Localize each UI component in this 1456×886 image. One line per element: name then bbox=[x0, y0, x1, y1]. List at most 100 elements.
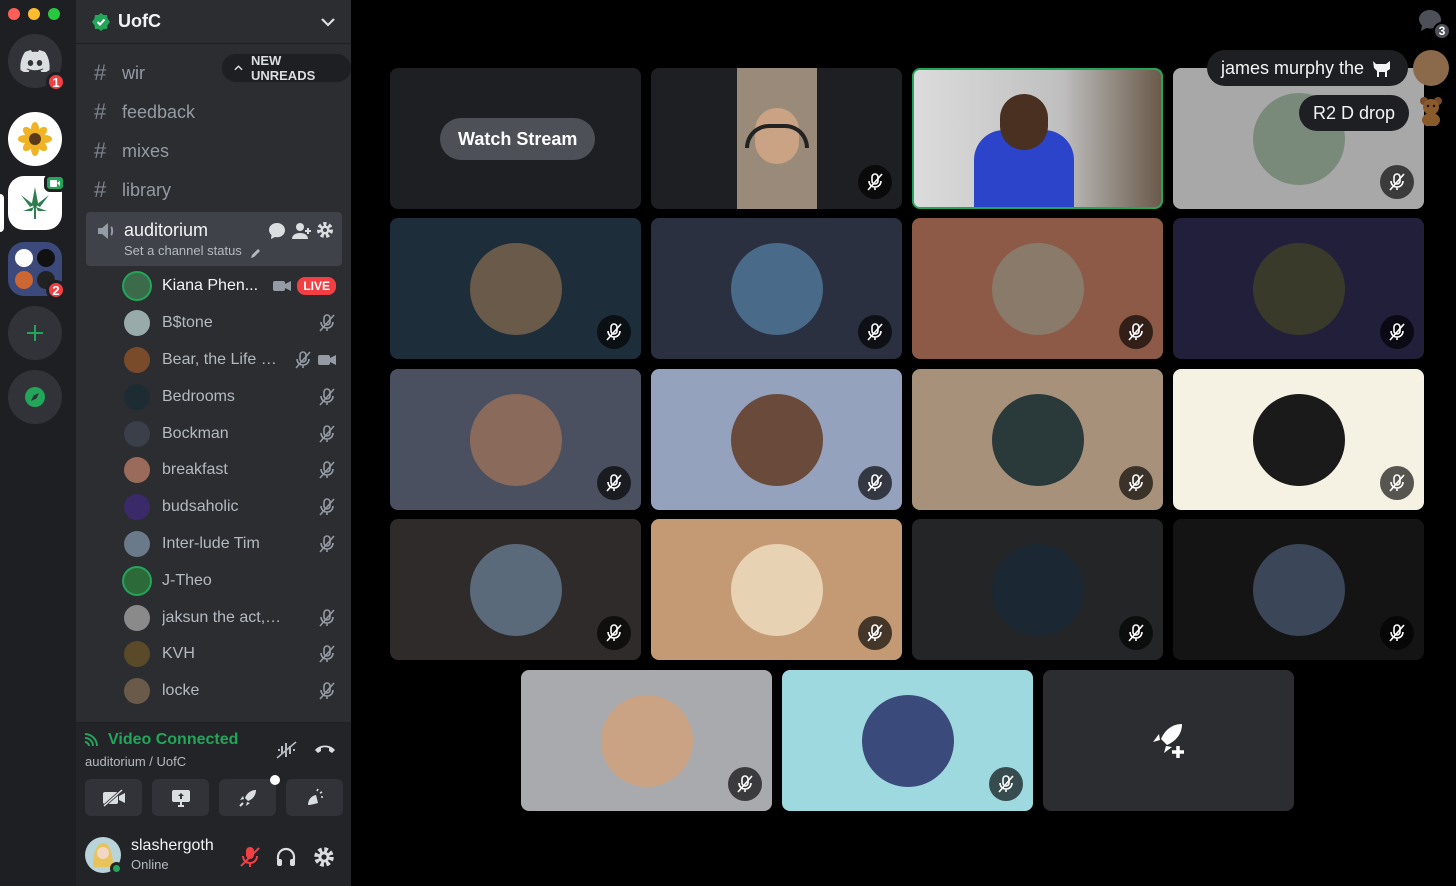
participant-tile[interactable] bbox=[782, 670, 1033, 811]
minimize-window-button[interactable] bbox=[28, 8, 40, 20]
voice-member[interactable]: KVH bbox=[124, 636, 344, 673]
gear-icon[interactable] bbox=[316, 221, 334, 239]
home-button[interactable]: 1 bbox=[8, 34, 66, 92]
soundboard-button[interactable] bbox=[286, 779, 343, 816]
chat-bubble-icon[interactable] bbox=[268, 222, 286, 240]
mic-muted-icon bbox=[998, 775, 1014, 793]
participant-tile[interactable] bbox=[1173, 369, 1424, 510]
server-header[interactable]: UofC bbox=[76, 0, 351, 44]
member-name: Bockman bbox=[162, 424, 229, 442]
participant-tile[interactable] bbox=[390, 519, 641, 660]
soundboard-icon bbox=[307, 788, 323, 805]
mic-muted-icon bbox=[606, 624, 622, 642]
voice-member[interactable]: Bockman bbox=[124, 415, 344, 452]
participant-tile[interactable] bbox=[521, 670, 772, 811]
add-server-button[interactable] bbox=[8, 306, 62, 360]
mic-muted-icon bbox=[1128, 474, 1144, 492]
server-sunflower[interactable] bbox=[8, 112, 62, 166]
activity-dot-icon bbox=[270, 775, 280, 785]
mic-muted-icon bbox=[867, 173, 883, 191]
chevron-down-icon[interactable] bbox=[321, 17, 335, 27]
channel-name: wir bbox=[122, 62, 145, 83]
voice-member[interactable]: Inter-lude Tim bbox=[124, 526, 344, 563]
voice-member[interactable]: budsaholic bbox=[124, 489, 344, 526]
avatar bbox=[124, 604, 150, 631]
participant-tile[interactable] bbox=[651, 369, 902, 510]
stream-tile[interactable]: Watch Stream bbox=[390, 68, 641, 209]
voice-member[interactable]: locke bbox=[124, 673, 344, 710]
close-window-button[interactable] bbox=[8, 8, 20, 20]
mic-muted-icon bbox=[1128, 323, 1144, 341]
avatar[interactable] bbox=[85, 837, 123, 875]
participant-tile[interactable] bbox=[912, 369, 1163, 510]
live-badge: LIVE bbox=[297, 277, 336, 296]
voice-member[interactable]: breakfast bbox=[124, 452, 344, 489]
participant-tile[interactable] bbox=[390, 369, 641, 510]
participant-tile[interactable] bbox=[912, 218, 1163, 359]
connection-title: Video Connected bbox=[108, 731, 239, 748]
avatar bbox=[124, 273, 150, 300]
muted-indicator bbox=[1380, 616, 1414, 650]
voice-member[interactable]: jaksun the act, son bbox=[124, 599, 344, 636]
participant-tile[interactable] bbox=[390, 218, 641, 359]
participant-avatar bbox=[469, 242, 562, 335]
muted-indicator bbox=[989, 767, 1023, 801]
member-icons bbox=[318, 498, 336, 516]
member-name: Kiana Phen... bbox=[162, 277, 259, 295]
activities-button[interactable] bbox=[219, 775, 280, 816]
explore-button[interactable] bbox=[8, 370, 62, 424]
pencil-icon[interactable] bbox=[250, 247, 262, 259]
participant-tile[interactable] bbox=[651, 218, 902, 359]
participant-tile[interactable] bbox=[651, 68, 902, 209]
mic-muted-icon bbox=[1389, 173, 1405, 191]
hash-icon: # bbox=[94, 177, 107, 202]
connection-status[interactable]: Video Connected bbox=[84, 731, 238, 749]
muted-indicator bbox=[1380, 466, 1414, 500]
mic-muted-icon bbox=[1389, 624, 1405, 642]
maximize-window-button[interactable] bbox=[48, 8, 60, 20]
noise-suppression-icon[interactable] bbox=[276, 741, 298, 759]
participant-tile[interactable] bbox=[912, 519, 1163, 660]
voice-member[interactable]: Kiana Phen... LIVE bbox=[124, 268, 344, 305]
participant-tile[interactable] bbox=[912, 68, 1163, 209]
invite-user-icon[interactable] bbox=[292, 222, 312, 240]
voice-member[interactable]: B$tone bbox=[124, 305, 344, 342]
mic-muted-icon bbox=[867, 323, 883, 341]
muted-indicator bbox=[597, 616, 631, 650]
server-folder[interactable]: 2 bbox=[8, 242, 66, 300]
voice-member[interactable]: Bear, the Life C... bbox=[124, 342, 344, 379]
participant-tile[interactable] bbox=[1173, 218, 1424, 359]
server-uofc[interactable] bbox=[8, 174, 66, 230]
voice-channel-auditorium[interactable]: auditorium Set a channel status bbox=[86, 212, 342, 266]
invite-activity-tile[interactable] bbox=[1043, 670, 1294, 811]
muted-indicator bbox=[728, 767, 762, 801]
headphones-icon[interactable] bbox=[275, 846, 297, 868]
mic-muted-icon bbox=[1389, 474, 1405, 492]
channel-feedback[interactable]: # feedback bbox=[86, 94, 342, 130]
video-stage: Watch Stream james murphy the R2 D drop … bbox=[351, 0, 1456, 886]
screen-share-button[interactable] bbox=[152, 779, 209, 816]
participant-tile[interactable] bbox=[1173, 68, 1424, 209]
channel-library[interactable]: # library bbox=[86, 172, 342, 208]
user-settings-gear-icon[interactable] bbox=[313, 846, 335, 868]
participant-avatar bbox=[861, 694, 954, 787]
online-status-icon bbox=[110, 862, 123, 875]
participant-tile[interactable] bbox=[651, 519, 902, 660]
member-icons bbox=[318, 424, 336, 443]
new-unreads-banner[interactable]: NEW UNREADS bbox=[222, 53, 351, 83]
participant-tile[interactable] bbox=[1173, 519, 1424, 660]
muted-indicator bbox=[1119, 466, 1153, 500]
hash-icon: # bbox=[94, 138, 107, 163]
voice-member[interactable]: J-Theo bbox=[124, 562, 344, 599]
voice-member[interactable]: Bedrooms bbox=[124, 378, 344, 415]
member-name: B$tone bbox=[162, 314, 213, 332]
set-channel-status[interactable]: Set a channel status bbox=[124, 243, 242, 258]
camera-toggle-button[interactable] bbox=[85, 779, 142, 816]
channel-mixes[interactable]: # mixes bbox=[86, 133, 342, 169]
watch-stream-button[interactable]: Watch Stream bbox=[440, 118, 596, 160]
disconnect-icon[interactable] bbox=[314, 743, 336, 755]
mic-muted-icon bbox=[319, 682, 335, 700]
connection-channel[interactable]: auditorium / UofC bbox=[85, 754, 186, 769]
chat-notifications[interactable]: 3 bbox=[1417, 8, 1451, 40]
mic-muted-icon[interactable] bbox=[239, 846, 261, 868]
